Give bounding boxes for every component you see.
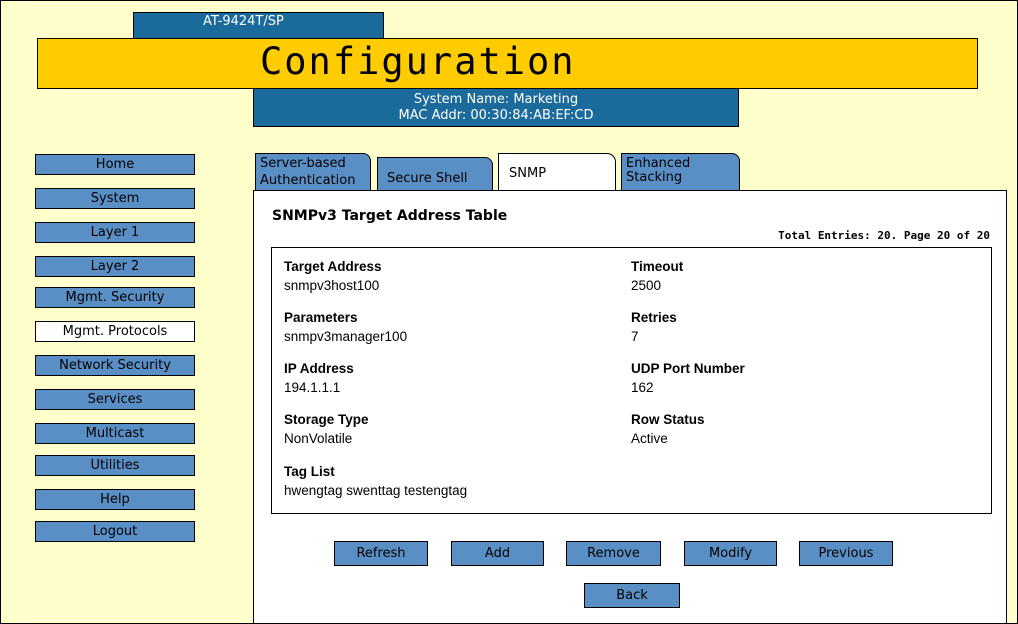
row-status-label: Row Status — [631, 412, 705, 427]
tab-label: SNMP — [509, 166, 547, 181]
sidebar-item-help[interactable]: Help — [35, 489, 195, 510]
panel-title: SNMPv3 Target Address Table — [272, 208, 508, 224]
target-address-label: Target Address — [284, 259, 382, 274]
parameters-label: Parameters — [284, 310, 358, 325]
timeout-value: 2500 — [631, 278, 662, 293]
total-entries: Total Entries: 20. Page 20 of 20 — [778, 229, 990, 242]
sidebar-item-home[interactable]: Home — [35, 154, 195, 175]
device-model-label: AT-9424T/SP — [133, 12, 384, 38]
ip-address-value: 194.1.1.1 — [284, 380, 341, 395]
sidebar-item-multicast[interactable]: Multicast — [35, 423, 195, 444]
tab-server-based-authentication[interactable]: Server-based Authentication — [255, 153, 371, 190]
tab-secure-shell[interactable]: Secure Shell — [377, 157, 493, 190]
sidebar-item-logout[interactable]: Logout — [35, 521, 195, 542]
storage-type-value: NonVolatile — [284, 431, 353, 446]
tag-list-value: hwengtag swenttag testengtag — [284, 483, 468, 498]
target-address-value: snmpv3host100 — [284, 278, 380, 293]
tab-label-line1: Server-based — [260, 156, 346, 171]
tab-label-line2: Stacking — [626, 170, 683, 185]
system-info-box: System Name: Marketing MAC Addr: 00:30:8… — [253, 89, 739, 127]
tab-label-line2: Authentication — [260, 173, 356, 188]
refresh-button[interactable]: Refresh — [334, 541, 428, 566]
sidebar-item-system[interactable]: System — [35, 188, 195, 209]
sidebar-item-network-security[interactable]: Network Security — [35, 355, 195, 376]
sidebar-item-utilities[interactable]: Utilities — [35, 455, 195, 476]
storage-type-label: Storage Type — [284, 412, 369, 427]
tag-list-label: Tag List — [284, 464, 335, 479]
tab-label-line1: Enhanced — [626, 156, 691, 171]
sidebar-item-layer2[interactable]: Layer 2 — [35, 256, 195, 277]
sidebar-item-layer1[interactable]: Layer 1 — [35, 222, 195, 243]
page-title: Configuration — [260, 40, 576, 83]
udp-port-value: 162 — [631, 380, 654, 395]
tab-snmp[interactable]: SNMP — [498, 153, 616, 191]
sidebar-item-mgmt-security[interactable]: Mgmt. Security — [35, 287, 195, 308]
entry-detail-box: Target Address snmpv3host100 Timeout 250… — [271, 247, 992, 514]
remove-button[interactable]: Remove — [566, 541, 661, 566]
add-button[interactable]: Add — [451, 541, 544, 566]
sidebar-item-services[interactable]: Services — [35, 389, 195, 410]
row-status-value: Active — [631, 431, 668, 446]
main-panel: SNMPv3 Target Address Table Total Entrie… — [253, 190, 1007, 624]
parameters-value: snmpv3manager100 — [284, 329, 408, 344]
retries-label: Retries — [631, 310, 677, 325]
ip-address-label: IP Address — [284, 361, 354, 376]
udp-port-label: UDP Port Number — [631, 361, 745, 376]
sidebar-item-mgmt-protocols[interactable]: Mgmt. Protocols — [35, 321, 195, 342]
system-name: System Name: Marketing — [413, 92, 579, 107]
mac-address: MAC Addr: 00:30:84:AB:EF:CD — [398, 108, 594, 123]
back-button[interactable]: Back — [584, 583, 680, 608]
retries-value: 7 — [631, 329, 639, 344]
tab-enhanced-stacking[interactable]: Enhanced Stacking — [621, 153, 740, 190]
header-banner: Configuration — [37, 38, 978, 89]
tab-label: Secure Shell — [387, 171, 468, 186]
previous-button[interactable]: Previous — [799, 541, 893, 566]
timeout-label: Timeout — [631, 259, 684, 274]
modify-button[interactable]: Modify — [684, 541, 777, 566]
